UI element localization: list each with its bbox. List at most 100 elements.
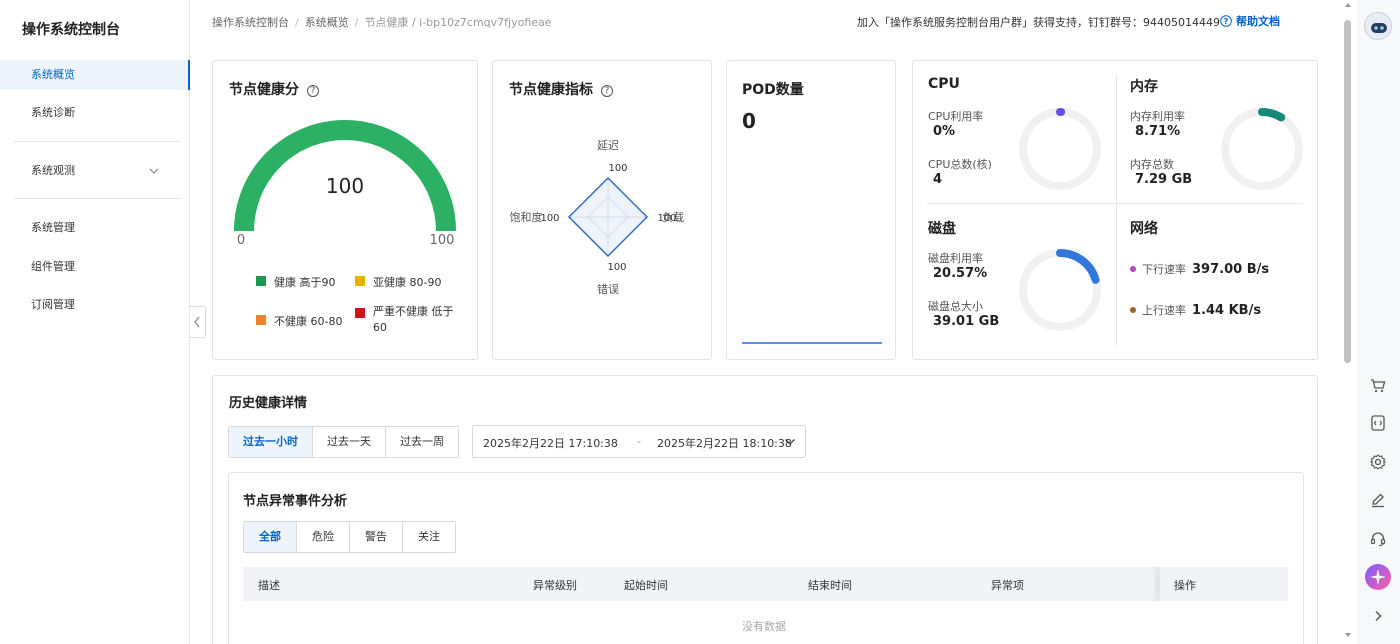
sidebar-item-subscription[interactable]: 订阅管理 <box>0 290 190 320</box>
sidebar-collapse-handle[interactable] <box>190 306 206 338</box>
legend-swatch <box>355 308 365 318</box>
chevron-right-icon[interactable] <box>1368 606 1388 626</box>
help-circle-icon: ? <box>1220 15 1232 27</box>
legend-sub-healthy: 亚健康 80-90 <box>355 274 441 290</box>
code-window-icon[interactable] <box>1368 413 1388 433</box>
network-up-label: 上行速率 <box>1142 304 1186 317</box>
range-last-day[interactable]: 过去一天 <box>312 427 385 457</box>
events-table-header: 描述 异常级别 起始时间 结束时间 异常项 操作 <box>243 567 1288 601</box>
column-description: 描述 <box>258 579 280 592</box>
network-down-value: 397.00 B/s <box>1192 261 1270 277</box>
sidebar-item-system-manage[interactable]: 系统管理 <box>0 213 190 243</box>
legend-swatch <box>256 315 266 325</box>
resources-card: CPU CPU利用率 0% CPU总数(核) 4 内存 内存利用率 8.71% … <box>912 60 1318 360</box>
gear-icon[interactable] <box>1368 452 1388 472</box>
events-title: 节点异常事件分析 <box>243 494 348 509</box>
filter-danger[interactable]: 危险 <box>296 522 349 552</box>
horizontal-divider <box>927 203 1303 204</box>
gauge-min-label: 0 <box>237 233 245 248</box>
network-title: 网络 <box>1130 221 1158 237</box>
legend-critical: 严重不健康 低于60 <box>355 304 455 336</box>
avatar[interactable] <box>1364 12 1392 40</box>
edit-icon[interactable] <box>1368 490 1388 510</box>
range-last-hour[interactable]: 过去一小时 <box>229 427 312 457</box>
sidebar-item-label: 订阅管理 <box>31 298 75 311</box>
sidebar-item-overview[interactable]: 系统概览 <box>0 60 190 90</box>
network-up-dot <box>1130 307 1136 313</box>
network-down-row: 下行速率 397.00 B/s <box>1130 261 1269 277</box>
donut-fill <box>1056 249 1100 284</box>
breadcrumb-overview[interactable]: 系统概览 <box>305 16 349 29</box>
chevron-down-icon <box>149 168 159 174</box>
date-start: 2025年2月22日 17:10:38 <box>483 437 618 450</box>
cpu-total-label: CPU总数(核) <box>928 158 992 171</box>
network-down-label: 下行速率 <box>1142 263 1186 276</box>
memory-total-label: 内存总数 <box>1130 158 1174 171</box>
breadcrumb-console[interactable]: 操作系统控制台 <box>212 16 289 29</box>
legend-healthy: 健康 高于90 <box>256 274 336 290</box>
chevron-down-icon <box>785 439 795 445</box>
sidebar-item-diagnosis[interactable]: 系统诊断 <box>0 98 190 128</box>
sidebar-item-component-manage[interactable]: 组件管理 <box>0 252 190 282</box>
breadcrumb-current: 节点健康 / i-bp10z7cmqv7fjyofieae <box>364 16 552 29</box>
empty-state-text: 没有数据 <box>742 620 786 633</box>
time-range-selector: 过去一小时 过去一天 过去一周 <box>228 426 459 458</box>
radar-chart: 延迟 100 负载 100 错误 100 饱和度 100 <box>510 139 685 296</box>
memory-total-value: 7.29 GB <box>1135 172 1193 187</box>
chevron-left-icon <box>194 316 200 328</box>
cpu-title: CPU <box>928 76 960 92</box>
filter-warning[interactable]: 警告 <box>349 522 402 552</box>
radar-axis-label-error: 错误 <box>597 282 619 296</box>
health-score-card: 节点健康分? 100 0 100 健康 高于90 亚健康 80-90 不健康 6… <box>212 60 478 360</box>
scroll-up-arrow-icon[interactable] <box>1344 2 1352 8</box>
health-indicators-card: 节点健康指标? 延迟 100 负载 100 错误 100 饱和度 100 <box>492 60 712 360</box>
donut-track <box>1019 108 1101 190</box>
pod-card: POD数量 0 <box>726 60 896 360</box>
filter-attention[interactable]: 关注 <box>402 522 455 552</box>
date-range-picker[interactable]: 2025年2月22日 17:10:38 - 2025年2月22日 18:10:3… <box>472 425 806 458</box>
health-gauge: 100 0 100 <box>234 120 456 248</box>
network-up-value: 1.44 KB/s <box>1192 302 1262 318</box>
cart-icon[interactable] <box>1368 375 1388 395</box>
filter-all[interactable]: 全部 <box>244 522 296 552</box>
console-title: 操作系统控制台 <box>22 22 120 38</box>
scrollbar-thumb[interactable] <box>1344 20 1351 363</box>
pod-sparkline <box>742 342 882 344</box>
breadcrumb: 操作系统控制台 / 系统概览 / 节点健康 / i-bp10z7cmqv7fjyofie… <box>212 16 552 29</box>
date-end: 2025年2月22日 18:10:38 <box>657 437 792 450</box>
sidebar-item-label: 系统观测 <box>31 164 75 177</box>
memory-usage-value: 8.71% <box>1135 124 1181 139</box>
help-icon[interactable]: ? <box>601 85 613 97</box>
donut-fill <box>1258 108 1286 122</box>
cpu-total-value: 4 <box>933 172 943 187</box>
cpu-usage-label: CPU利用率 <box>928 110 984 123</box>
pod-count: 0 <box>742 109 756 133</box>
radar-axis-label-latency: 延迟 <box>597 139 619 152</box>
column-start-time: 起始时间 <box>624 579 668 592</box>
legend-swatch <box>355 276 365 286</box>
cpu-usage-value: 0% <box>933 124 956 139</box>
disk-usage-value: 20.57% <box>933 266 988 281</box>
history-title: 历史健康详情 <box>229 396 308 411</box>
radar-axis-label-saturation: 饱和度 <box>510 210 543 224</box>
gauge-value: 100 <box>326 174 364 198</box>
date-separator: - <box>637 435 641 448</box>
donut-track <box>1221 108 1303 190</box>
column-anomaly-item: 异常项 <box>991 579 1024 592</box>
network-up-row: 上行速率 1.44 KB/s <box>1130 302 1261 318</box>
sidebar-item-observe[interactable]: 系统观测 <box>0 156 190 186</box>
headset-support-icon[interactable] <box>1368 529 1388 549</box>
health-score-title: 节点健康分? <box>229 79 319 99</box>
ai-assistant-icon[interactable] <box>1364 563 1392 591</box>
radar-series <box>567 176 649 258</box>
column-actions: 操作 <box>1174 579 1196 592</box>
range-last-week[interactable]: 过去一周 <box>385 427 458 457</box>
sidebar-item-label: 系统概览 <box>31 68 75 81</box>
scroll-down-arrow-icon[interactable] <box>1344 632 1352 638</box>
radar-value-latency: 100 <box>608 163 627 174</box>
help-docs-link[interactable]: ? 帮助文档 <box>1220 13 1280 29</box>
sidebar: 操作系统控制台 系统概览 系统诊断 系统观测 系统管理 组件管理 订阅管理 <box>0 0 190 644</box>
sidebar-item-label: 系统管理 <box>31 221 75 234</box>
help-icon[interactable]: ? <box>307 85 319 97</box>
legend-unhealthy: 不健康 60-80 <box>256 313 342 329</box>
